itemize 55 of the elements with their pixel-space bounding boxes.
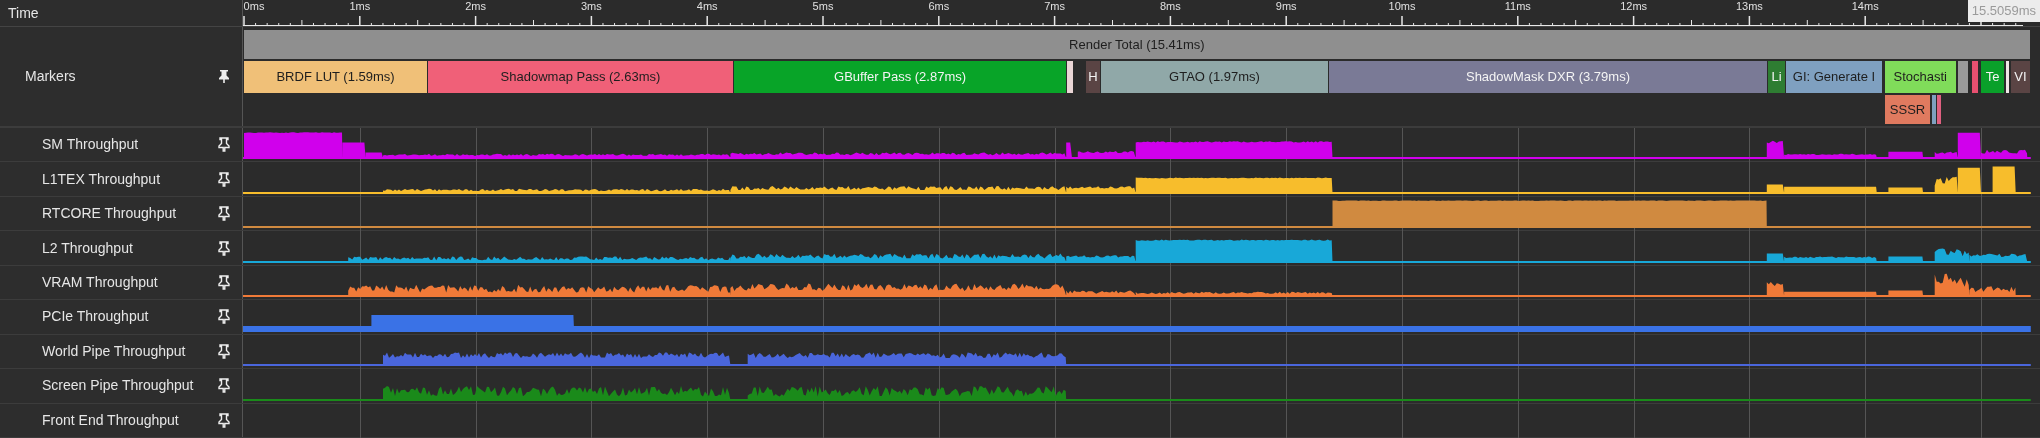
- marker-bar[interactable]: Te: [1981, 61, 2006, 93]
- tick-label: 3ms: [581, 0, 602, 12]
- marker-sliver[interactable]: [1971, 61, 1979, 93]
- pin-icon[interactable]: [218, 240, 230, 256]
- time-label: Time: [8, 3, 39, 23]
- tick-label: 13ms: [1735, 0, 1763, 12]
- tick-label: 9ms: [1275, 0, 1297, 12]
- tick-label: 10ms: [1388, 0, 1416, 12]
- tick-label: 8ms: [1160, 0, 1181, 12]
- pin-icon[interactable]: [218, 274, 230, 290]
- track-label: Screen Pipe Throughput: [42, 376, 194, 396]
- marker-sliver[interactable]: [1957, 61, 1970, 93]
- marker-bar[interactable]: GTAO (1.97ms): [1100, 61, 1330, 93]
- marker-bar[interactable]: Stochasti: [1884, 61, 1957, 93]
- tick-label: 7ms: [1044, 0, 1065, 12]
- track-label: Front End Throughput: [42, 410, 179, 430]
- track-label: SM Throughput: [42, 135, 139, 155]
- marker-bar[interactable]: GBuffer Pass (2.87ms): [733, 61, 1068, 93]
- marker-sliver[interactable]: [1932, 95, 1937, 124]
- marker-bar[interactable]: SSSR: [1884, 95, 1932, 124]
- end-time-readout: 15.5059ms: [1967, 0, 2040, 22]
- tick-label: 5ms: [812, 0, 834, 12]
- pin-icon[interactable]: [218, 412, 230, 428]
- tick-label: 4ms: [696, 0, 718, 12]
- tick-label: 12ms: [1620, 0, 1648, 12]
- track-label: World Pipe Throughput: [42, 341, 186, 361]
- pin-icon[interactable]: [218, 171, 230, 187]
- tick-label: 0ms: [243, 0, 265, 12]
- marker-sliver[interactable]: [2006, 61, 2010, 93]
- marker-bar[interactable]: ShadowMask DXR (3.79ms): [1329, 61, 1768, 93]
- track-label: PCIe Throughput: [42, 307, 149, 327]
- pin-icon[interactable]: [218, 137, 230, 153]
- marker-bar[interactable]: GI: Generate I: [1786, 61, 1883, 93]
- track-label: L2 Throughput: [42, 238, 133, 258]
- marker-bar[interactable]: VI: [2011, 61, 2031, 93]
- tick-label: 1ms: [349, 0, 371, 12]
- tick-label: 14ms: [1851, 0, 1879, 12]
- track-label: Markers: [25, 67, 76, 86]
- marker-sliver[interactable]: [1937, 95, 1942, 124]
- track-label: VRAM Throughput: [42, 272, 158, 292]
- tick-label: 11ms: [1504, 0, 1531, 12]
- pin-icon[interactable]: [218, 206, 230, 222]
- marker-sliver[interactable]: [1067, 61, 1075, 93]
- pin-icon[interactable]: [218, 343, 230, 359]
- pin-icon[interactable]: [218, 378, 230, 394]
- marker-bar[interactable]: BRDF LUT (1.59ms): [244, 61, 429, 93]
- track-label: RTCORE Throughput: [42, 204, 177, 224]
- tick-label: 6ms: [928, 0, 950, 12]
- marker-bar[interactable]: H: [1085, 61, 1101, 93]
- marker-bar[interactable]: Render Total (15.41ms): [244, 30, 2031, 59]
- pin-icon[interactable]: [218, 69, 230, 84]
- track-label: L1TEX Throughput: [42, 169, 161, 189]
- pin-icon[interactable]: [218, 309, 230, 325]
- tick-label: 2ms: [465, 0, 486, 12]
- marker-bar[interactable]: Shadowmap Pass (2.63ms): [428, 61, 734, 93]
